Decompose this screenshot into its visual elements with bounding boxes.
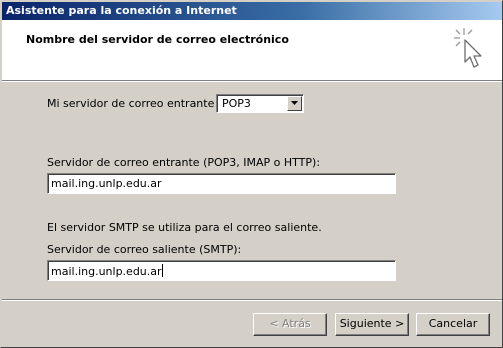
- incoming-type-value: POP3: [222, 97, 251, 110]
- outgoing-server-value: mail.ing.unlp.edu.ar: [51, 264, 163, 278]
- incoming-server-input[interactable]: mail.ing.unlp.edu.ar: [47, 173, 396, 194]
- dropdown-button[interactable]: [287, 96, 302, 111]
- incoming-server-value: mail.ing.unlp.edu.ar: [51, 177, 162, 190]
- outgoing-server-text: mail.ing.unlp.edu.ar: [51, 265, 162, 278]
- title-bar[interactable]: Asistente para la conexión a Internet: [2, 2, 502, 20]
- page-heading: Nombre del servidor de correo electrónic…: [26, 33, 289, 46]
- incoming-type-select[interactable]: POP3: [216, 94, 304, 113]
- footer-divider: [2, 299, 502, 301]
- next-button[interactable]: Siguiente >: [335, 313, 409, 336]
- wizard-cursor-icon: [450, 26, 492, 73]
- smtp-note: El servidor SMTP se utiliza para el corr…: [47, 221, 322, 234]
- wizard-window: Asistente para la conexión a Internet No…: [0, 0, 503, 348]
- text-caret: [161, 264, 163, 277]
- window-title: Asistente para la conexión a Internet: [6, 4, 237, 17]
- chevron-down-icon: [291, 101, 298, 105]
- outgoing-server-input[interactable]: mail.ing.unlp.edu.ar: [47, 260, 396, 281]
- outgoing-server-label: Servidor de correo saliente (SMTP):: [47, 243, 242, 256]
- header-divider: [2, 80, 502, 82]
- cancel-button[interactable]: Cancelar: [416, 313, 490, 336]
- back-button[interactable]: < Atrás: [253, 313, 327, 336]
- incoming-server-label: Servidor de correo entrante (POP3, IMAP …: [47, 156, 321, 169]
- incoming-type-label: Mi servidor de correo entrante es: [47, 97, 231, 110]
- wizard-header: Nombre del servidor de correo electrónic…: [2, 20, 502, 80]
